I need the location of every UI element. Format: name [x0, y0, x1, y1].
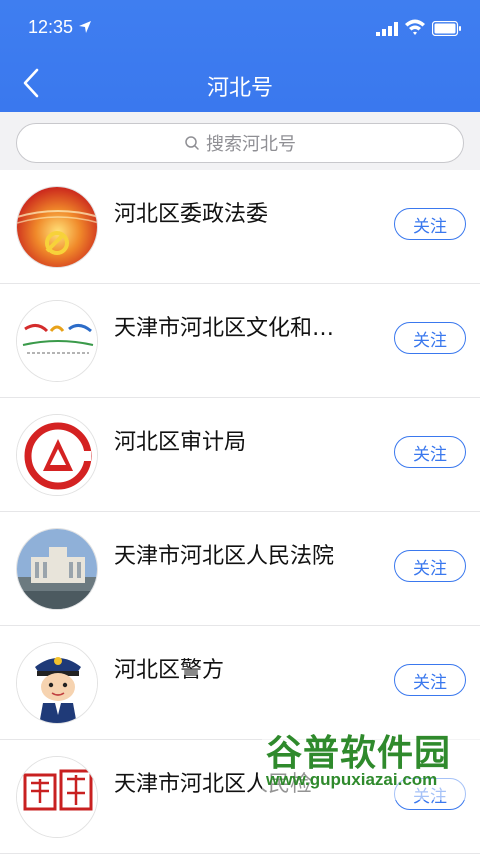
app-header: 12:35 河北号 — [0, 0, 480, 112]
avatar — [16, 642, 98, 724]
follow-button[interactable]: 关注 — [394, 436, 466, 468]
wifi-icon — [405, 19, 425, 35]
search-input[interactable]: 搜索河北号 — [16, 123, 464, 163]
avatar — [16, 414, 98, 496]
court-building-icon — [17, 529, 97, 609]
culture-logo-icon — [17, 301, 97, 381]
watermark: 谷普软件园 www.gupuxiazai.com — [262, 722, 480, 800]
list-item[interactable]: 天津市河北区人民法院 关注 — [0, 512, 480, 626]
battery-icon — [432, 21, 461, 36]
status-bar: 12:35 — [0, 0, 480, 56]
list-item[interactable]: 河北区审计局 关注 — [0, 398, 480, 512]
item-title: 天津市河北区文化和… — [114, 316, 335, 341]
item-title: 河北区审计局 — [114, 430, 247, 455]
avatar — [16, 756, 98, 838]
item-title: 河北区委政法委 — [114, 202, 269, 227]
follow-button[interactable]: 关注 — [394, 208, 466, 240]
avatar — [16, 186, 98, 268]
watermark-name: 谷普软件园 — [266, 733, 452, 774]
police-mascot-icon — [17, 643, 97, 723]
status-time: 12:35 — [28, 17, 74, 37]
signal-icon — [376, 22, 398, 36]
follow-button[interactable]: 关注 — [394, 550, 466, 582]
item-title: 河北区警方 — [114, 658, 225, 683]
avatar — [16, 300, 98, 382]
search-area: 搜索河北号 — [0, 112, 480, 170]
procuratorate-seal-icon — [17, 757, 97, 837]
avatar — [16, 528, 98, 610]
party-emblem-icon — [17, 187, 97, 267]
search-placeholder: 搜索河北号 — [206, 134, 296, 155]
list-item[interactable]: 天津市河北区文化和… 关注 — [0, 284, 480, 398]
list-item[interactable]: 河北区委政法委 关注 — [0, 170, 480, 284]
search-icon — [185, 136, 199, 150]
watermark-url: www.gupuxiazai.com — [266, 770, 438, 789]
nav-bar: 河北号 — [0, 56, 480, 112]
page-title: 河北号 — [206, 76, 273, 101]
follow-button[interactable]: 关注 — [394, 322, 466, 354]
item-title: 天津市河北区人民法院 — [114, 544, 335, 569]
follow-button[interactable]: 关注 — [394, 664, 466, 696]
audit-emblem-icon — [17, 415, 97, 495]
location-arrow-icon — [79, 21, 91, 33]
